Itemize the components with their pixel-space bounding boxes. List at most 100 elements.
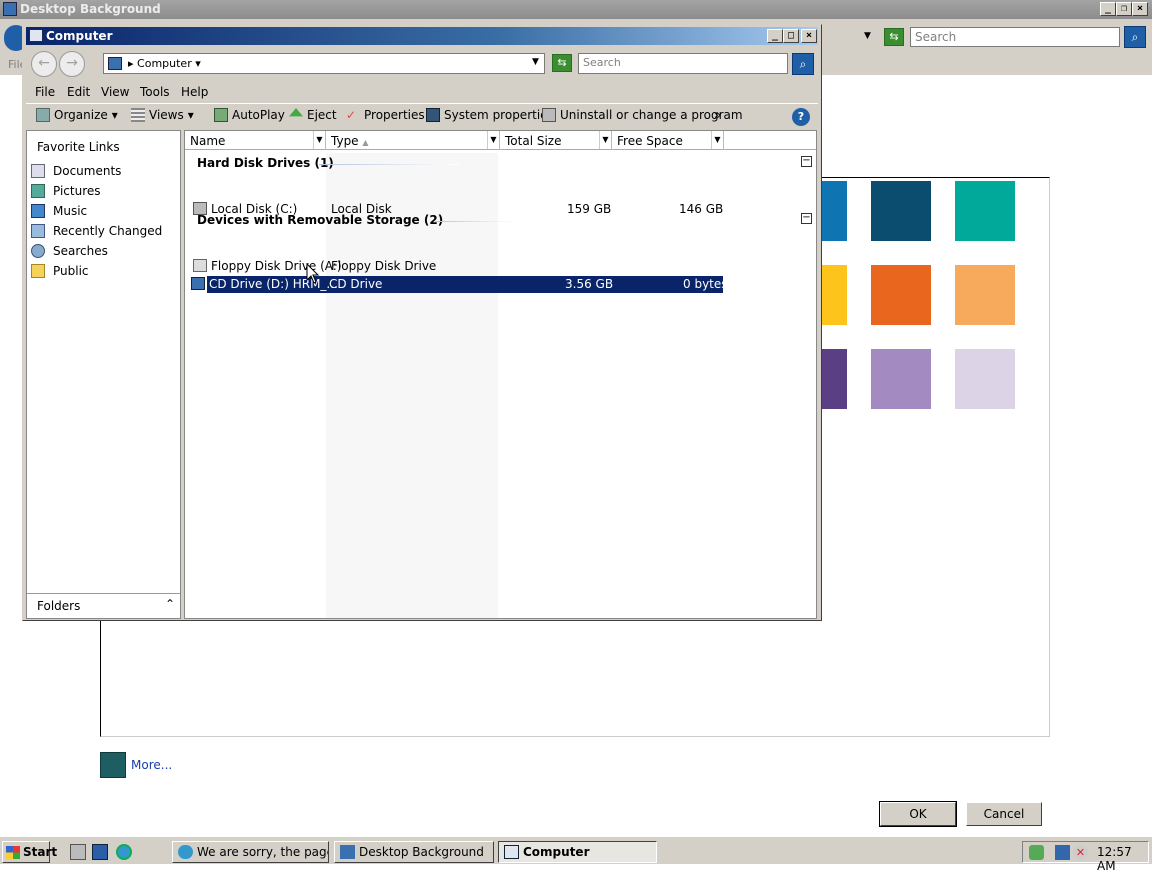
- chevron-down-icon[interactable]: ▼: [711, 131, 723, 149]
- menu-tools[interactable]: Tools: [140, 85, 170, 99]
- autoplay-label: AutoPlay: [232, 108, 285, 122]
- network-icon[interactable]: [1055, 845, 1070, 860]
- close-button[interactable]: ×: [1132, 2, 1148, 16]
- column-name[interactable]: Name ▼: [185, 131, 326, 150]
- minimize-button[interactable]: _: [767, 29, 783, 43]
- volume-muted-icon[interactable]: ✕: [1073, 845, 1088, 860]
- cancel-button[interactable]: Cancel: [966, 802, 1042, 826]
- drive-total-size: 159 GB: [567, 202, 612, 216]
- eject-icon: [289, 108, 303, 117]
- column-total-size[interactable]: Total Size ▼: [500, 131, 612, 150]
- autoplay-button[interactable]: AutoPlay: [214, 108, 285, 122]
- favorite-music[interactable]: Music: [31, 202, 87, 220]
- column-type[interactable]: Type ▲ ▼: [326, 131, 500, 150]
- views-button[interactable]: Views ▾: [131, 108, 194, 122]
- refresh-button[interactable]: ⇆: [552, 54, 572, 72]
- clock[interactable]: 12:57 AM: [1097, 845, 1148, 873]
- collapse-group-icon[interactable]: −: [801, 213, 812, 224]
- system-properties-button[interactable]: System properties: [426, 108, 554, 122]
- start-label: Start: [23, 845, 58, 859]
- eject-button[interactable]: Eject: [289, 108, 337, 122]
- task-desktop-background[interactable]: Desktop Background: [334, 841, 494, 863]
- background-color-swatch[interactable]: [955, 181, 1015, 241]
- desktop-background-icon: [340, 845, 355, 859]
- address-bar[interactable]: ▸ Computer ▾: [103, 53, 545, 74]
- drive-type: CD Drive: [329, 277, 383, 291]
- menu-file[interactable]: File: [35, 85, 55, 99]
- navigation-bar: ← → ▸ Computer ▾ ▼ ⇆ Search ⌕: [26, 47, 818, 81]
- properties-button[interactable]: ✓ Properties: [346, 108, 425, 122]
- favorite-label: Public: [53, 264, 89, 278]
- pictures-icon: [31, 184, 45, 198]
- start-button[interactable]: Start: [2, 841, 57, 863]
- computer-icon: [29, 29, 43, 42]
- group-header-removable[interactable]: Devices with Removable Storage (2): [197, 213, 443, 227]
- folders-toggle[interactable]: Folders ⌃: [27, 593, 180, 618]
- uninstall-button[interactable]: Uninstall or change a program: [542, 108, 743, 122]
- toolbar-overflow-button[interactable]: »: [714, 108, 721, 122]
- eject-label: Eject: [307, 108, 337, 122]
- chevron-down-icon[interactable]: ▼: [487, 131, 499, 149]
- search-input[interactable]: Search: [910, 27, 1120, 47]
- group-divider: [319, 164, 459, 165]
- background-color-swatch[interactable]: [955, 349, 1015, 409]
- task-label: We are sorry, the page yo...: [197, 845, 328, 859]
- task-computer[interactable]: Computer: [498, 841, 657, 863]
- more-color-swatch[interactable]: [100, 752, 126, 778]
- background-color-swatch[interactable]: [955, 265, 1015, 325]
- favorite-recently-changed[interactable]: Recently Changed: [31, 222, 162, 240]
- column-name-label: Name: [190, 134, 226, 148]
- favorite-documents[interactable]: Documents: [31, 162, 121, 180]
- maximize-button[interactable]: □: [783, 29, 799, 43]
- help-icon[interactable]: ?: [792, 108, 810, 126]
- address-dropdown-icon[interactable]: ▼: [532, 57, 539, 67]
- menu-edit[interactable]: Edit: [67, 85, 90, 99]
- forward-button[interactable]: →: [59, 51, 85, 77]
- search-input[interactable]: Search: [578, 53, 788, 74]
- quicklaunch-computer-icon[interactable]: [70, 844, 86, 860]
- security-shield-icon[interactable]: [1029, 845, 1044, 860]
- drive-row-floppy[interactable]: Floppy Disk Drive (A:) Floppy Disk Drive: [189, 258, 725, 275]
- windows-logo-icon: [6, 846, 20, 859]
- favorite-searches[interactable]: Searches: [31, 242, 108, 260]
- column-free-space[interactable]: Free Space ▼: [612, 131, 724, 150]
- background-color-swatch[interactable]: [871, 181, 931, 241]
- group-header-hard-disks[interactable]: Hard Disk Drives (1): [197, 156, 334, 170]
- organize-button[interactable]: Organize ▾: [36, 108, 118, 122]
- quicklaunch-desktop-icon[interactable]: [92, 844, 108, 860]
- background-window-titlebar[interactable]: Desktop Background _ ❐ ×: [0, 0, 1152, 19]
- chevron-down-icon[interactable]: ▼: [599, 131, 611, 149]
- task-label: Computer: [523, 845, 590, 859]
- background-color-swatch[interactable]: [871, 265, 931, 325]
- restore-button[interactable]: ❐: [1116, 2, 1132, 16]
- close-button[interactable]: ×: [801, 29, 817, 43]
- favorite-pictures[interactable]: Pictures: [31, 182, 101, 200]
- address-dropdown-icon[interactable]: ▼: [864, 31, 871, 41]
- drive-row-cd-selected[interactable]: CD Drive (D:) HRM_... CD Drive 3.56 GB 0…: [207, 276, 728, 293]
- favorite-public[interactable]: Public: [31, 262, 89, 280]
- system-properties-label: System properties: [444, 108, 554, 122]
- chevron-down-icon[interactable]: ▼: [313, 131, 325, 149]
- menu-view[interactable]: View: [101, 85, 129, 99]
- menu-help[interactable]: Help: [181, 85, 208, 99]
- computer-window-titlebar[interactable]: Computer _ □ ×: [26, 27, 818, 45]
- more-link[interactable]: More...: [131, 758, 172, 772]
- address-location: Computer: [137, 57, 192, 70]
- music-icon: [31, 204, 45, 218]
- collapse-group-icon[interactable]: −: [801, 156, 812, 167]
- back-button[interactable]: ←: [31, 51, 57, 77]
- search-icon[interactable]: ⌕: [792, 53, 814, 75]
- search-icon[interactable]: ⌕: [1124, 26, 1146, 48]
- quicklaunch-ie-icon[interactable]: [116, 844, 132, 860]
- computer-icon: [504, 845, 519, 859]
- background-color-swatch[interactable]: [871, 349, 931, 409]
- ok-button[interactable]: OK: [879, 801, 957, 827]
- refresh-button[interactable]: ⇆: [884, 28, 904, 46]
- folder-icon: [31, 264, 45, 278]
- menu-bar: File Edit View Tools Help: [26, 81, 818, 103]
- task-browser[interactable]: We are sorry, the page yo...: [172, 841, 329, 863]
- column-free-space-label: Free Space: [617, 134, 683, 148]
- organize-icon: [36, 108, 50, 122]
- drive-free-space: 0 bytes: [683, 277, 728, 291]
- minimize-button[interactable]: _: [1100, 2, 1116, 16]
